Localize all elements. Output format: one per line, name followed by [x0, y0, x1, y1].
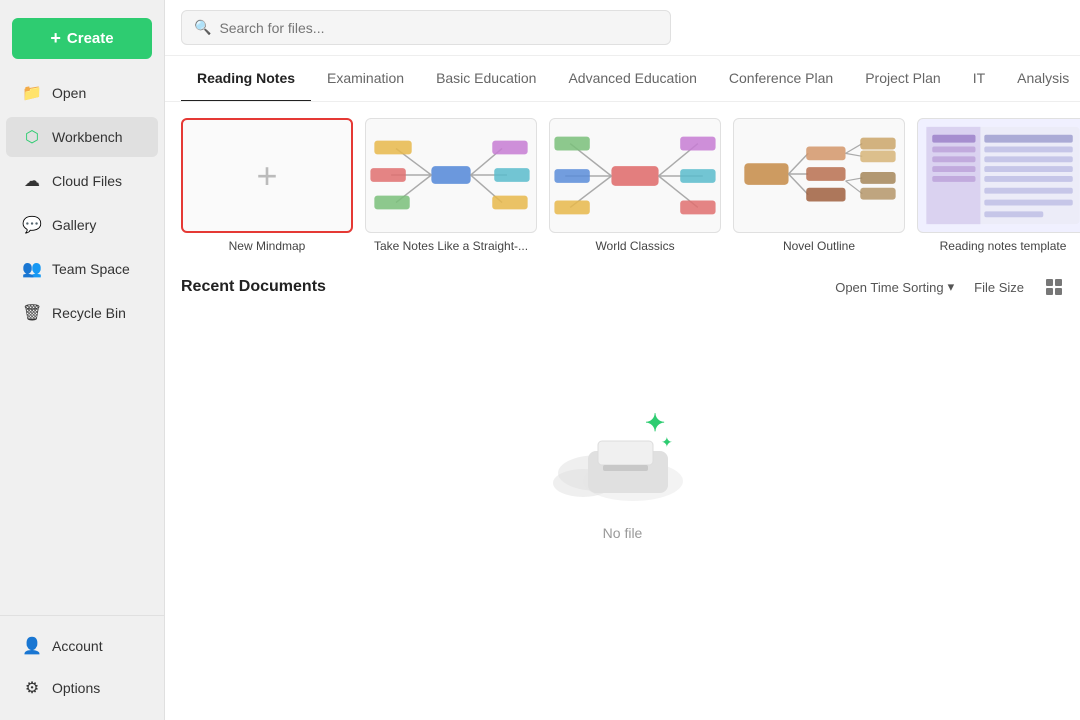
folder-icon: 📁: [22, 83, 42, 103]
tab-it[interactable]: IT: [957, 56, 1001, 102]
recent-documents-header: Recent Documents Open Time Sorting ▾ Fil…: [181, 277, 1064, 297]
sidebar-item-label: Workbench: [52, 129, 123, 145]
chevron-down-icon: ▾: [948, 279, 955, 295]
sidebar-item-label: Recycle Bin: [52, 305, 126, 321]
sort-dropdown[interactable]: Open Time Sorting ▾: [835, 279, 954, 295]
sidebar-item-label: Options: [52, 680, 100, 696]
search-input[interactable]: [219, 20, 658, 36]
empty-label: No file: [603, 525, 643, 541]
options-icon: ⚙: [22, 678, 42, 698]
topbar: 🔍: [165, 0, 1080, 56]
sidebar-item-account[interactable]: 👤 Account: [6, 626, 158, 666]
tab-project-plan[interactable]: Project Plan: [849, 56, 956, 102]
sidebar-item-gallery[interactable]: 💬 Gallery: [6, 205, 158, 245]
template-world-classics[interactable]: World Classics: [549, 118, 721, 253]
file-size-label: File Size: [974, 280, 1024, 295]
template-reading-notes[interactable]: Reading notes template: [917, 118, 1080, 253]
sidebar-item-label: Account: [52, 638, 103, 654]
sort-label: Open Time Sorting: [835, 280, 943, 295]
tab-examination[interactable]: Examination: [311, 56, 420, 102]
tab-basic-education[interactable]: Basic Education: [420, 56, 552, 102]
view-toggle[interactable]: [1044, 277, 1064, 297]
new-mindmap-plus-icon: +: [256, 155, 277, 197]
plus-icon: +: [50, 28, 61, 49]
template-thumb-take-notes: [365, 118, 537, 233]
template-new-mindmap[interactable]: + New Mindmap: [181, 118, 353, 253]
content-area: + New Mindmap: [165, 102, 1080, 720]
sidebar-item-open[interactable]: 📁 Open: [6, 73, 158, 113]
sidebar-bottom: 👤 Account ⚙ Options: [0, 615, 164, 710]
recycle-icon: 🗑: [22, 303, 42, 323]
template-take-notes[interactable]: Take Notes Like a Straight-...: [365, 118, 537, 253]
sidebar-item-label: Cloud Files: [52, 173, 122, 189]
sidebar-item-team-space[interactable]: 👥 Team Space: [6, 249, 158, 289]
workbench-icon: ⬡: [22, 127, 42, 147]
main-content: 🔍 Reading Notes Examination Basic Educat…: [165, 0, 1080, 720]
create-label: Create: [67, 30, 114, 47]
search-icon: 🔍: [194, 19, 211, 36]
sidebar-item-label: Gallery: [52, 217, 96, 233]
template-label: Novel Outline: [783, 239, 855, 253]
empty-illustration: ✦ ✦: [533, 373, 713, 513]
empty-state: ✦ ✦ No file: [181, 313, 1064, 581]
sidebar: + Create 📁 Open ⬡ Workbench ☁ Cloud File…: [0, 0, 165, 720]
tab-advanced-education[interactable]: Advanced Education: [552, 56, 712, 102]
tab-reading-notes[interactable]: Reading Notes: [181, 56, 311, 102]
sidebar-item-label: Open: [52, 85, 86, 101]
create-button[interactable]: + Create: [12, 18, 152, 59]
template-thumb-novel-outline: [733, 118, 905, 233]
tabs-bar: Reading Notes Examination Basic Educatio…: [165, 56, 1080, 102]
template-label: Reading notes template: [940, 239, 1067, 253]
recent-title: Recent Documents: [181, 278, 326, 296]
template-thumb-reading-notes: [917, 118, 1080, 233]
template-label: New Mindmap: [229, 239, 306, 253]
template-label: Take Notes Like a Straight-...: [374, 239, 528, 253]
template-novel-outline[interactable]: Novel Outline: [733, 118, 905, 253]
sparkle-small-icon: ✦: [661, 434, 673, 450]
empty-svg: ✦ ✦: [533, 373, 713, 513]
sidebar-item-options[interactable]: ⚙ Options: [6, 668, 158, 708]
sparkle-icon: ✦: [645, 410, 665, 437]
grid-view-icon: [1044, 277, 1064, 297]
template-thumb-world-classics: [549, 118, 721, 233]
tab-conference-plan[interactable]: Conference Plan: [713, 56, 849, 102]
team-icon: 👥: [22, 259, 42, 279]
cloud-icon: ☁: [22, 171, 42, 191]
search-box[interactable]: 🔍: [181, 10, 671, 45]
sidebar-item-workbench[interactable]: ⬡ Workbench: [6, 117, 158, 157]
tab-analysis[interactable]: Analysis: [1001, 56, 1080, 102]
sidebar-item-label: Team Space: [52, 261, 130, 277]
template-thumb-new: +: [181, 118, 353, 233]
template-label: World Classics: [595, 239, 674, 253]
templates-row: + New Mindmap: [181, 118, 1064, 253]
sidebar-item-cloud-files[interactable]: ☁ Cloud Files: [6, 161, 158, 201]
account-icon: 👤: [22, 636, 42, 656]
sidebar-item-recycle-bin[interactable]: 🗑 Recycle Bin: [6, 293, 158, 333]
gallery-icon: 💬: [22, 215, 42, 235]
recent-controls: Open Time Sorting ▾ File Size: [835, 277, 1064, 297]
